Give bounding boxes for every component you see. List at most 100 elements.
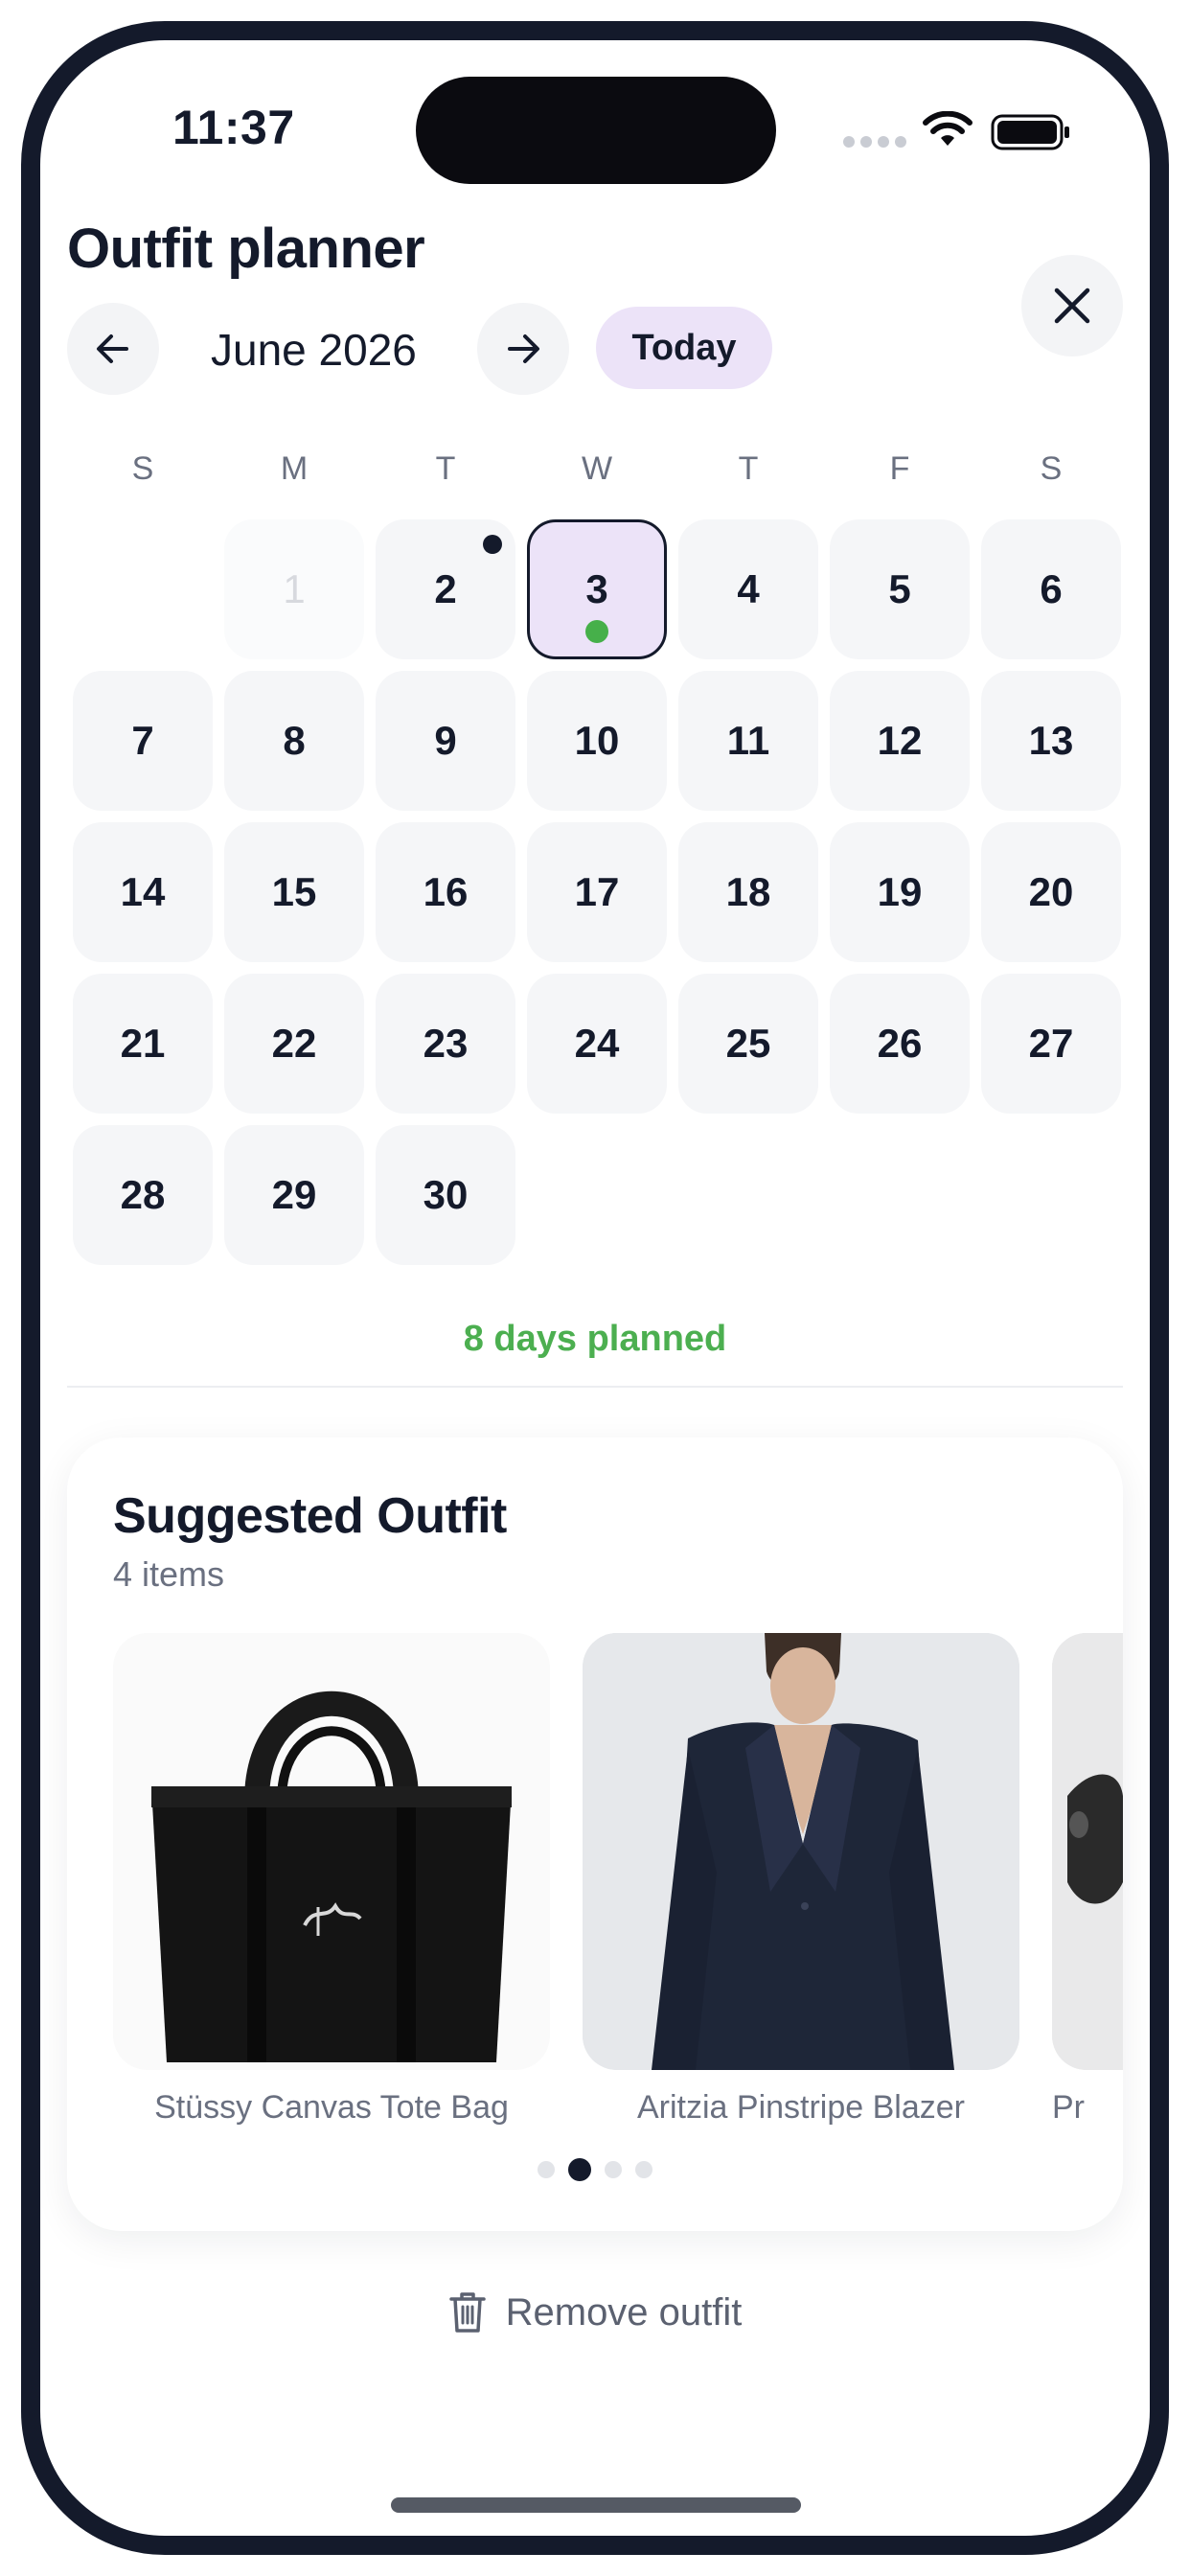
- calendar-day[interactable]: 14: [73, 822, 213, 962]
- calendar-day[interactable]: 5: [830, 519, 970, 659]
- close-button[interactable]: [1021, 255, 1123, 356]
- next-month-button[interactable]: [477, 303, 569, 395]
- weekday-label: T: [435, 450, 456, 487]
- calendar-day[interactable]: 19: [830, 822, 970, 962]
- calendar-day: 1: [224, 519, 364, 659]
- pager-dot[interactable]: [568, 2158, 591, 2181]
- day-number: 4: [737, 566, 760, 611]
- calendar-day[interactable]: 25: [678, 974, 818, 1114]
- weekday-header: SMTWTFS: [73, 450, 1119, 493]
- day-number: 1: [283, 566, 306, 611]
- blazer-image: [583, 1633, 1019, 2070]
- calendar-day-selected[interactable]: 3: [527, 519, 667, 659]
- day-number: 13: [1028, 718, 1074, 763]
- app-screen: 11:37 Outfit planner June 2026 Today S M…: [40, 40, 1150, 2536]
- day-number: 19: [877, 869, 923, 914]
- weekday-label: S: [131, 450, 154, 487]
- calendar-day[interactable]: 21: [73, 974, 213, 1114]
- calendar-day[interactable]: 26: [830, 974, 970, 1114]
- day-number: 30: [423, 1172, 469, 1217]
- calendar-day[interactable]: 28: [73, 1125, 213, 1265]
- divider: [67, 1386, 1123, 1388]
- outfit-item[interactable]: Stüssy Canvas Tote Bag: [113, 1633, 550, 2127]
- calendar-day[interactable]: 23: [376, 974, 515, 1114]
- pager-dot[interactable]: [538, 2161, 555, 2178]
- item-image: [1052, 1633, 1123, 2070]
- item-label: Aritzia Pinstripe Blazer: [636, 2089, 965, 2126]
- weekday-label: F: [889, 450, 910, 487]
- day-number: 22: [271, 1021, 317, 1066]
- day-number: 23: [423, 1021, 469, 1066]
- month-label: June 2026: [211, 325, 417, 375]
- today-button[interactable]: Today: [596, 307, 772, 389]
- calendar-day[interactable]: 12: [830, 671, 970, 811]
- day-number: 24: [574, 1021, 620, 1066]
- previous-month-button[interactable]: [67, 303, 159, 395]
- day-number: 16: [423, 869, 469, 914]
- calendar-day[interactable]: 17: [527, 822, 667, 962]
- calendar-day[interactable]: 27: [981, 974, 1121, 1114]
- outfit-item[interactable]: Aritzia Pinstripe Blazer: [583, 1633, 1019, 2127]
- close-icon: [1054, 288, 1090, 324]
- calendar-day[interactable]: 7: [73, 671, 213, 811]
- day-number: 28: [120, 1172, 166, 1217]
- tote-bag-image: [113, 1633, 550, 2070]
- calendar-day[interactable]: 29: [224, 1125, 364, 1265]
- calendar-day[interactable]: 11: [678, 671, 818, 811]
- device-frame: 11:37 Outfit planner June 2026 Today S M…: [21, 21, 1169, 2555]
- day-number: 8: [283, 718, 306, 763]
- day-number: 3: [585, 566, 608, 611]
- weekday-label: T: [738, 450, 759, 487]
- calendar-day[interactable]: 4: [678, 519, 818, 659]
- day-number: 2: [434, 566, 457, 611]
- cellular-signal-icon: [843, 136, 906, 148]
- day-number: 5: [888, 566, 911, 611]
- day-number: 21: [120, 1021, 166, 1066]
- day-number: 9: [434, 718, 457, 763]
- weekday-label: M: [280, 450, 309, 487]
- day-number: 11: [726, 718, 770, 763]
- page-title: Outfit planner: [67, 218, 425, 280]
- calendar-day[interactable]: 9: [376, 671, 515, 811]
- day-number: 7: [131, 718, 154, 763]
- day-number: 17: [574, 869, 620, 914]
- remove-outfit-button[interactable]: Remove outfit: [40, 2290, 1150, 2334]
- planned-days-summary: 8 days planned: [463, 1319, 727, 1359]
- day-number: 27: [1028, 1021, 1074, 1066]
- calendar-day[interactable]: 30: [376, 1125, 515, 1265]
- calendar-day[interactable]: 13: [981, 671, 1121, 811]
- calendar-day[interactable]: 8: [224, 671, 364, 811]
- pager-dot[interactable]: [605, 2161, 622, 2178]
- arrow-right-icon: [508, 334, 539, 363]
- remove-outfit-label: Remove outfit: [505, 2290, 743, 2334]
- calendar-day[interactable]: 18: [678, 822, 818, 962]
- weekday-label: W: [581, 450, 613, 487]
- pager-dot[interactable]: [635, 2161, 652, 2178]
- weekday-label: S: [1040, 450, 1063, 487]
- carousel-pager[interactable]: [67, 2158, 1123, 2181]
- day-number: 6: [1040, 566, 1063, 611]
- outfit-carousel[interactable]: Stüssy Canvas Tote Bag Aritzia Pinstripe…: [113, 1633, 1123, 2131]
- calendar-day[interactable]: 20: [981, 822, 1121, 962]
- calendar-day[interactable]: 6: [981, 519, 1121, 659]
- item-count: 4 items: [113, 1554, 225, 1594]
- calendar-day[interactable]: 2: [376, 519, 515, 659]
- trash-icon: [448, 2292, 486, 2333]
- battery-icon: [991, 114, 1069, 150]
- calendar-day[interactable]: 15: [224, 822, 364, 962]
- day-number: 20: [1028, 869, 1074, 914]
- calendar-day[interactable]: 10: [527, 671, 667, 811]
- day-number: 12: [877, 718, 923, 763]
- calendar-day[interactable]: 16: [376, 822, 515, 962]
- home-indicator[interactable]: [391, 2497, 801, 2513]
- calendar-day[interactable]: 24: [527, 974, 667, 1114]
- day-number: 10: [574, 718, 620, 763]
- item-label: Stüssy Canvas Tote Bag: [154, 2089, 509, 2126]
- suggested-outfit-card: Suggested Outfit 4 items Stüssy Canvas T…: [67, 1438, 1123, 2231]
- outfit-item[interactable]: Pr: [1052, 1633, 1123, 2127]
- status-time: 11:37: [172, 101, 295, 154]
- day-number: 14: [120, 869, 166, 914]
- planned-dot-indicator: [585, 620, 608, 643]
- calendar-day[interactable]: 22: [224, 974, 364, 1114]
- card-title: Suggested Outfit: [113, 1488, 507, 1544]
